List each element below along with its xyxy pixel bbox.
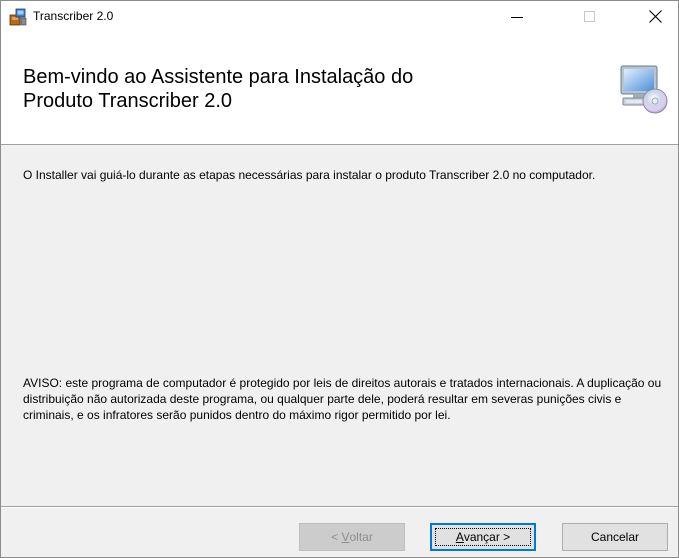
wizard-header: Bem-vindo ao Assistente para Instalação … [1, 32, 678, 145]
wizard-content: O Installer vai guiá-lo durante as etapa… [1, 145, 678, 488]
focus-rectangle [435, 528, 531, 546]
installer-window: Transcriber 2.0 Bem-vindo ao Assistente … [0, 0, 679, 558]
computer-cd-icon [620, 65, 668, 114]
copyright-warning: AVISO: este programa de computador é pro… [23, 376, 662, 422]
intro-text: O Installer vai guiá-lo durante as etapa… [23, 168, 596, 182]
installer-app-icon [9, 8, 27, 26]
title-bar[interactable]: Transcriber 2.0 [1, 1, 678, 32]
minimize-button[interactable] [494, 1, 540, 32]
back-button-label: oltar [349, 530, 373, 544]
page-title: Bem-vindo ao Assistente para Instalação … [23, 65, 583, 113]
close-icon [648, 10, 662, 23]
footer-divider [1, 506, 678, 508]
next-button[interactable]: Avançar > [430, 523, 536, 551]
close-button[interactable] [632, 1, 678, 32]
cancel-button[interactable]: Cancelar [562, 523, 668, 551]
maximize-icon [583, 11, 595, 22]
minimize-icon [511, 16, 523, 18]
back-button[interactable]: < Voltar [299, 523, 405, 551]
page-title-line-1: Bem-vindo ao Assistente para Instalação … [23, 66, 414, 88]
back-button-prefix: < [331, 530, 342, 544]
back-button-mnemonic: V [341, 530, 350, 544]
cancel-button-label: Cancelar [590, 530, 640, 544]
window-title: Transcriber 2.0 [33, 9, 114, 23]
page-title-line-2: Produto Transcriber 2.0 [23, 90, 232, 112]
maximize-button [566, 1, 612, 32]
